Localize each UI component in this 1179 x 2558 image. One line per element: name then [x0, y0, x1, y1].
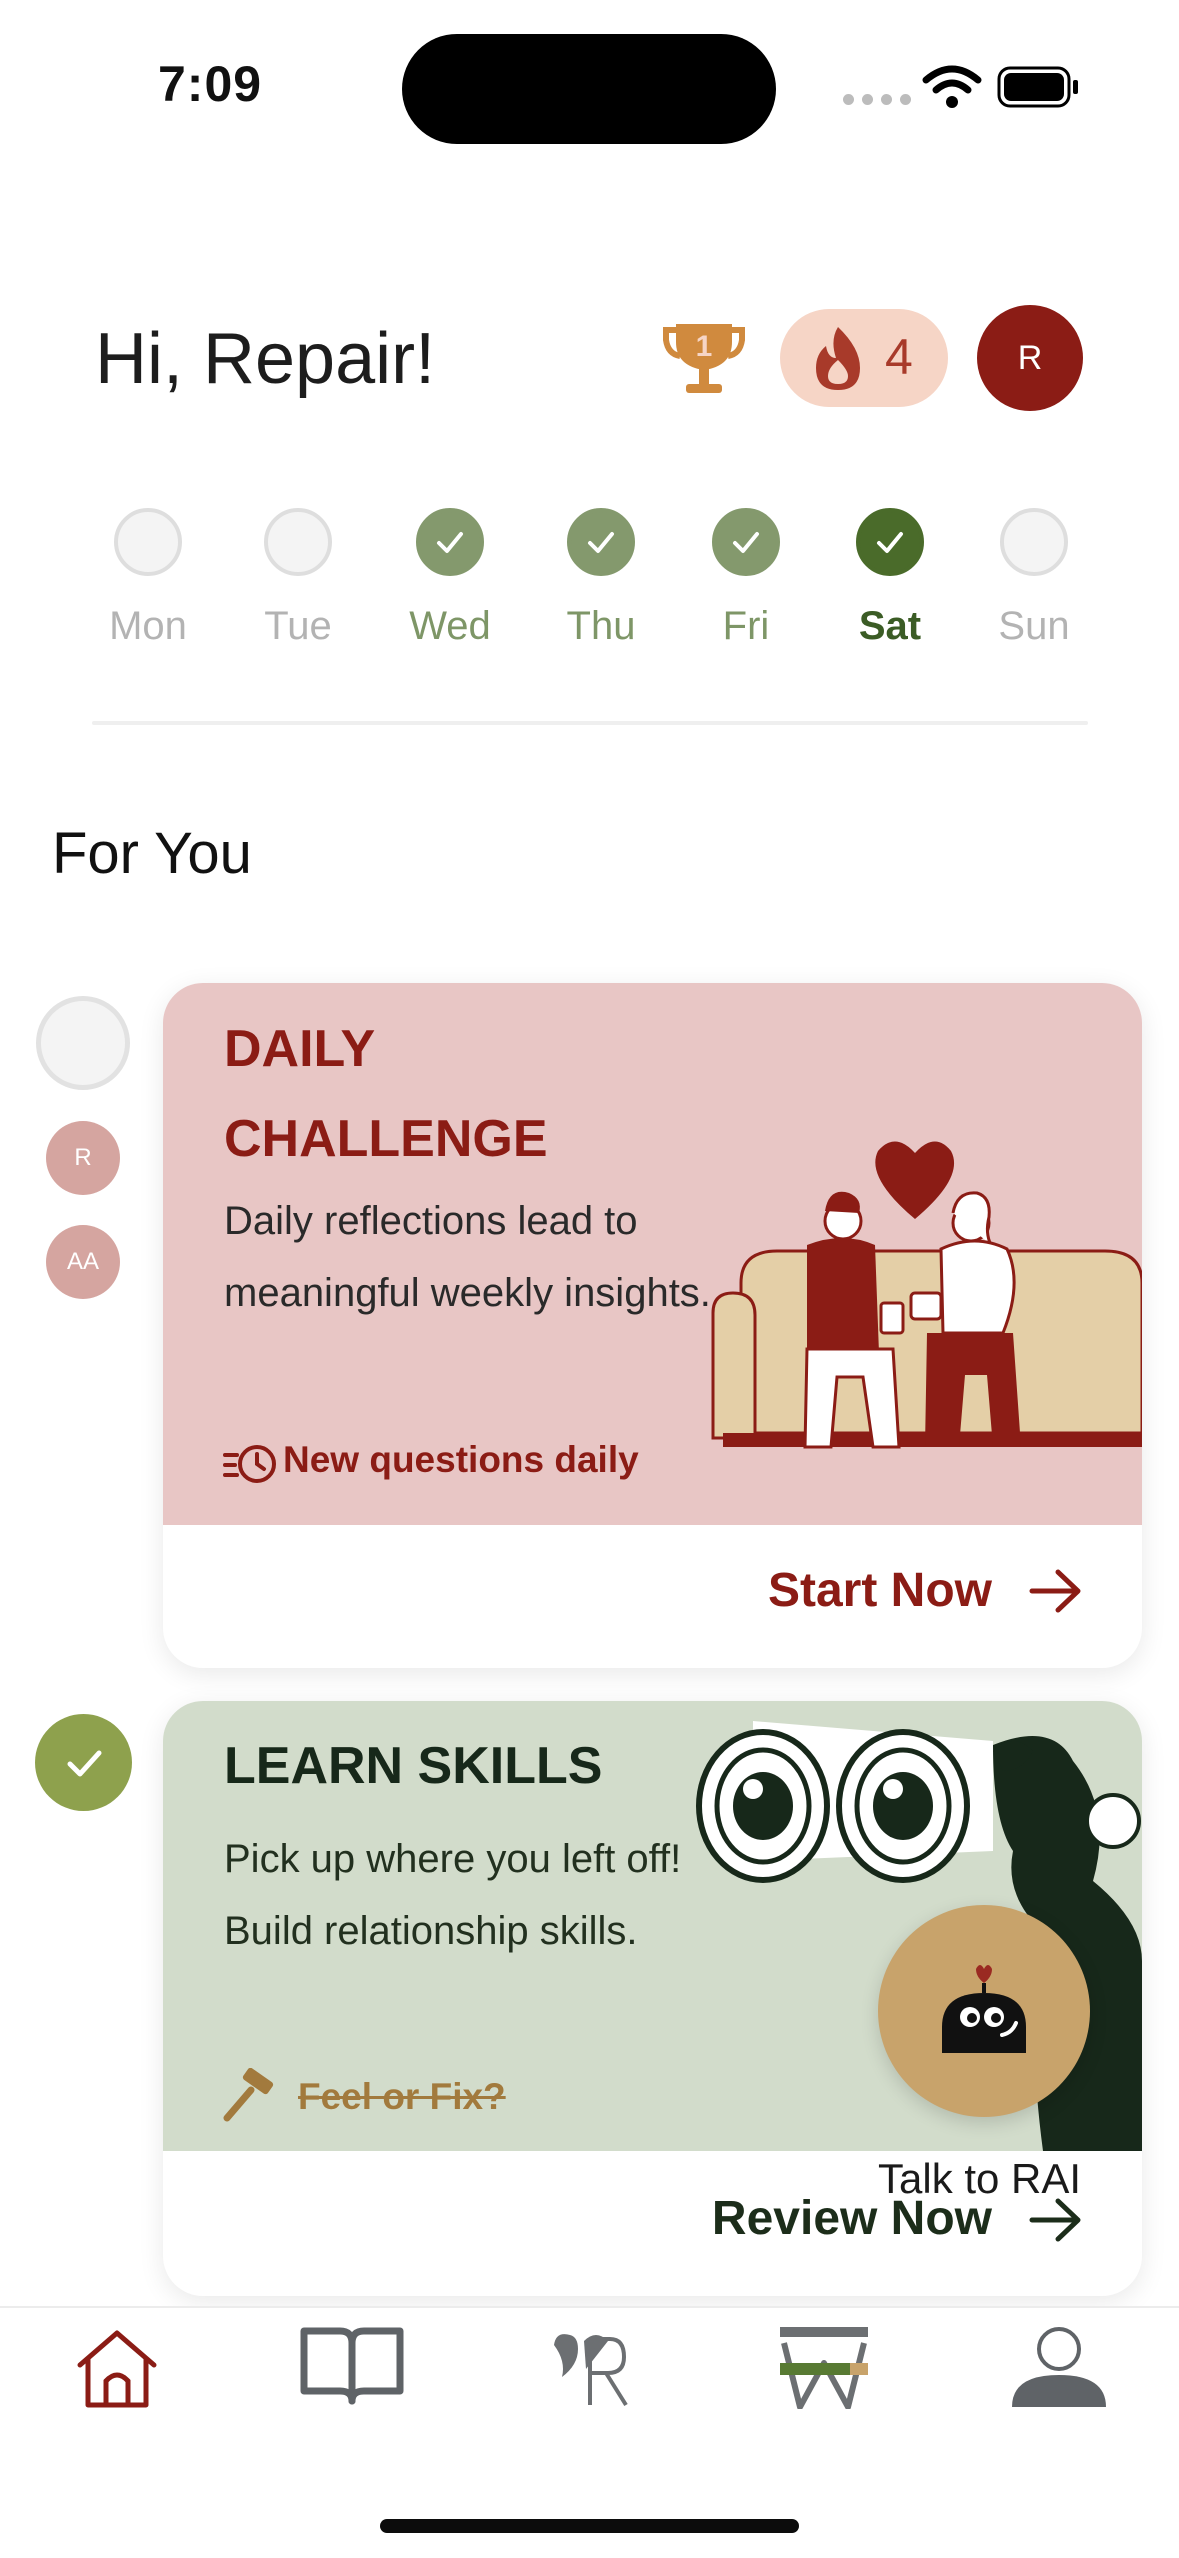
daily-challenge-description: Daily reflections lead to meaningful wee…: [224, 1199, 711, 1315]
day-label-sun: Sun: [998, 604, 1070, 648]
participant-avatar: R: [46, 1121, 120, 1195]
check-icon: [67, 1750, 102, 1777]
day-label-wed: Wed: [409, 604, 491, 648]
battery-icon: [997, 66, 1078, 108]
robot-heart-icon: [942, 1965, 1026, 2053]
learn-skills-meta: Feel or Fix?: [298, 2076, 506, 2117]
day-label-tue: Tue: [264, 604, 332, 648]
dynamic-island: [402, 34, 776, 144]
day-circle-tue: [264, 508, 332, 576]
daily-challenge-title: DAILY CHALLENGE: [224, 1020, 548, 1168]
home-indicator: [380, 2519, 799, 2533]
couple-sofa-illustration: [711, 1141, 1142, 1449]
w-logo-icon[interactable]: [778, 2325, 870, 2409]
learn-skills-title: LEARN SKILLS: [224, 1737, 603, 1795]
daily-challenge-meta: New questions daily: [283, 1439, 639, 1480]
check-icon: [877, 532, 903, 553]
clock-icon: [223, 1445, 276, 1483]
repair-logo-icon[interactable]: [548, 2325, 632, 2411]
book-icon[interactable]: [300, 2325, 404, 2405]
day-label-fri: Fri: [722, 604, 770, 648]
svg-text:1: 1: [696, 330, 713, 363]
greeting-title: Hi, Repair!: [95, 319, 436, 399]
day-label-sat: Sat: [858, 604, 922, 648]
wifi-icon: [922, 65, 982, 108]
flame-icon: [816, 327, 860, 390]
talk-to-rai-label[interactable]: Talk to RAI: [878, 2155, 1081, 2203]
cellular-signal-icon: [843, 94, 911, 105]
learn-skills-description: Pick up where you left off! Build relati…: [224, 1837, 682, 1953]
day-label-mon: Mon: [109, 604, 187, 648]
day-circle-sun: [1000, 508, 1068, 576]
home-icon[interactable]: [72, 2325, 162, 2411]
day-label-thu: Thu: [566, 604, 636, 648]
profile-icon[interactable]: [1008, 2325, 1110, 2409]
section-title: For You: [52, 821, 252, 886]
divider: [92, 721, 1088, 725]
hammer-icon: [223, 2068, 274, 2122]
day-circle-mon: [114, 508, 182, 576]
streak-count: 4: [885, 329, 913, 385]
arrow-right-icon[interactable]: [1028, 1566, 1084, 1616]
profile-avatar[interactable]: R: [977, 305, 1083, 411]
check-icon: [588, 532, 614, 553]
participant-avatar: AA: [46, 1225, 120, 1299]
check-icon: [437, 532, 463, 553]
trophy-icon[interactable]: 1: [662, 318, 746, 400]
check-icon: [733, 532, 759, 553]
status-time: 7:09: [158, 56, 263, 112]
start-now-button[interactable]: Start Now: [768, 1563, 992, 1618]
timeline-status-pending: [36, 996, 130, 1090]
daily-challenge-card[interactable]: DAILY CHALLENGE Daily reflections lead t…: [163, 983, 1142, 1668]
